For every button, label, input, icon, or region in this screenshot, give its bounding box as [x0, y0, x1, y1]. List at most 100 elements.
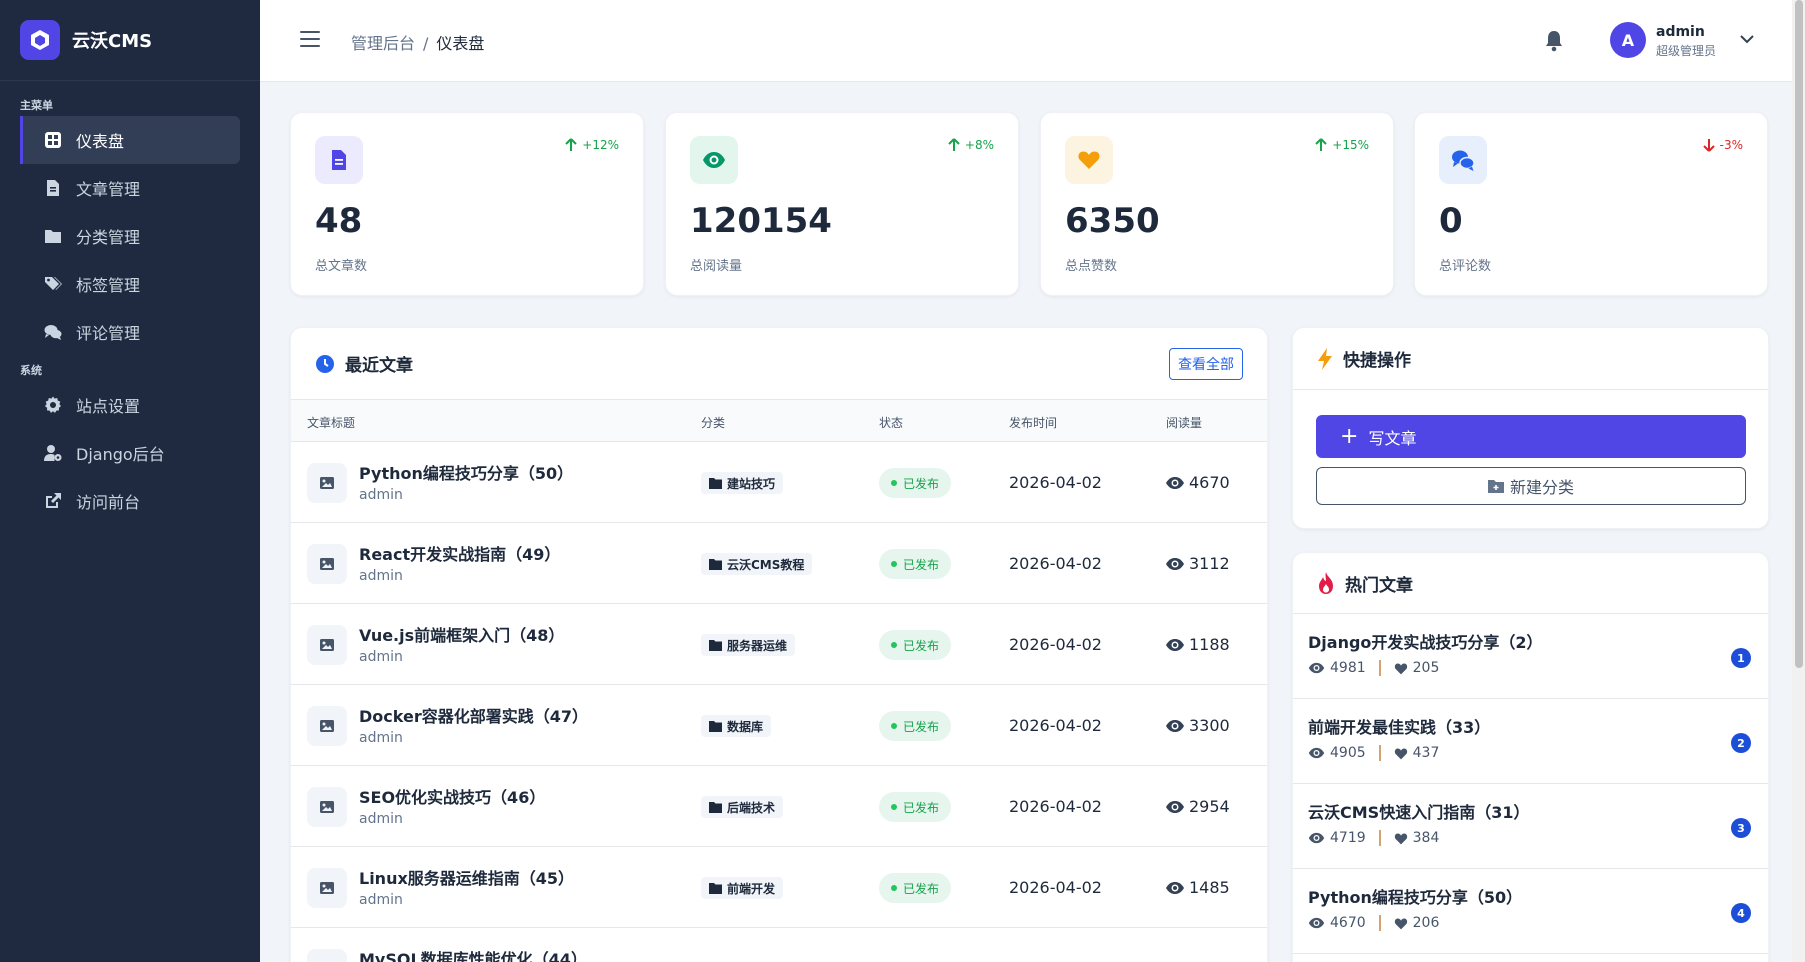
tags-icon: [45, 277, 62, 290]
table-row[interactable]: Python编程技巧分享（50） admin 建站技巧 已发布 2026-04-02 46…: [291, 442, 1267, 523]
table-row[interactable]: SEO优化实战技巧（46） admin 后端技术 已发布 2026-04-02 2954: [291, 766, 1267, 847]
publish-date: 2026-04-02: [1009, 797, 1102, 816]
stat-value: 48: [315, 201, 363, 241]
eye-icon: [1166, 638, 1184, 651]
column-header[interactable]: 文章标题: [307, 414, 355, 431]
eye-icon: [1308, 832, 1325, 844]
user-role: 超级管理员: [1656, 44, 1717, 58]
stat-value: 0: [1439, 201, 1463, 241]
menu-toggle-icon[interactable]: [300, 31, 320, 49]
meta-divider: [1378, 660, 1381, 676]
hot-article-meta: 4670 206: [1308, 915, 1439, 931]
meta-divider: [1378, 915, 1381, 931]
status-dot: [891, 642, 897, 648]
status-label: 已发布: [903, 476, 940, 491]
article-title[interactable]: Python编程技巧分享（50）: [359, 460, 573, 484]
view-count: 1188: [1166, 635, 1230, 654]
table-row[interactable]: Vue.js前端框架入门（48） admin 服务器运维 已发布 2026-04-02 1…: [291, 604, 1267, 685]
button-label: 写文章: [1368, 428, 1417, 448]
view-count-value: 3112: [1189, 554, 1230, 573]
hot-article-title[interactable]: Django开发实战技巧分享（2）: [1308, 629, 1543, 653]
article-title[interactable]: Vue.js前端框架入门（48）: [359, 622, 564, 646]
stat-card-comments: -3% 0 总评论数: [1414, 112, 1768, 296]
sidebar-item-dashboard[interactable]: 仪表盘: [20, 116, 240, 164]
stat-card-views: +8% 120154 总阅读量: [665, 112, 1019, 296]
sidebar-item-comments[interactable]: 评论管理: [20, 308, 240, 356]
comments-icon: [44, 325, 62, 340]
category-badge: 前端开发: [701, 877, 784, 899]
stat-trend: -3%: [1702, 138, 1743, 152]
folder-icon: [709, 639, 722, 651]
category-badge: 建站技巧: [701, 472, 784, 494]
breadcrumb-separator: /: [423, 34, 429, 53]
hot-article-title[interactable]: 前端开发最佳实践（33）: [1308, 714, 1490, 738]
sidebar-item-site-settings[interactable]: 站点设置: [20, 381, 240, 429]
avatar[interactable]: A: [1610, 22, 1646, 58]
write-article-button[interactable]: + 写文章: [1316, 415, 1746, 458]
brand[interactable]: 云沃CMS: [0, 0, 260, 81]
sidebar-item-label: Django后台: [76, 445, 165, 464]
status-badge: 已发布: [879, 630, 952, 660]
scrollbar-thumb[interactable]: [1795, 0, 1803, 668]
view-count-value: 2954: [1189, 797, 1230, 816]
comments-icon: [1439, 136, 1487, 184]
view-count: 3112: [1166, 554, 1230, 573]
article-title[interactable]: Linux服务器运维指南（45）: [359, 865, 574, 889]
status-badge: 已发布: [879, 468, 952, 498]
article-title[interactable]: Docker容器化部署实践（47）: [359, 703, 588, 727]
sidebar-item-django-admin[interactable]: Django后台: [20, 429, 240, 477]
heart-icon: [1394, 833, 1407, 844]
arrow-down-icon: [1702, 139, 1715, 152]
sidebar-item-articles[interactable]: 文章管理: [20, 164, 240, 212]
heart-icon: [1394, 663, 1407, 674]
column-header[interactable]: 发布时间: [1009, 414, 1057, 431]
article-title[interactable]: React开发实战指南（49）: [359, 541, 560, 565]
hot-article-title[interactable]: 云沃CMS快速入门指南（31）: [1308, 799, 1529, 823]
table-header: 文章标题 分类 状态 发布时间 阅读量: [291, 400, 1267, 442]
stat-label: 总文章数: [315, 259, 368, 274]
image-placeholder-icon: [307, 544, 347, 584]
column-header[interactable]: 阅读量: [1166, 414, 1202, 431]
sidebar-item-visit-frontend[interactable]: 访问前台: [20, 477, 240, 525]
new-category-button[interactable]: 新建分类: [1316, 467, 1746, 505]
user-name[interactable]: admin: [1656, 24, 1705, 40]
eye-icon: [1166, 557, 1184, 570]
status-dot: [891, 723, 897, 729]
arrow-up-icon: [565, 138, 577, 151]
eye-icon: [1166, 476, 1184, 489]
hot-article-item[interactable]: 云沃CMS快速入门指南（31） 4719 384 3: [1293, 784, 1768, 869]
column-header[interactable]: 分类: [701, 414, 725, 431]
sidebar-item-categories[interactable]: 分类管理: [20, 212, 240, 260]
category-badge: 服务器运维: [701, 634, 796, 656]
column-header[interactable]: 状态: [879, 414, 903, 431]
breadcrumb-root[interactable]: 管理后台: [351, 34, 415, 53]
category-label: 后端技术: [727, 800, 776, 815]
category-badge: 后端技术: [701, 796, 784, 818]
hot-article-item[interactable]: Python编程技巧分享（50） 4670 206 4: [1293, 869, 1768, 954]
table-row[interactable]: React开发实战指南（49） admin 云沃CMS教程 已发布 2026-04-02…: [291, 523, 1267, 604]
chevron-down-icon[interactable]: [1740, 34, 1754, 44]
hot-article-item[interactable]: Django开发实战技巧分享（2） 4981 205 1: [1293, 614, 1768, 699]
category-label: 服务器运维: [727, 638, 788, 653]
eye-icon: [1166, 800, 1184, 813]
sidebar-item-tags[interactable]: 标签管理: [20, 260, 240, 308]
hot-likes: 206: [1412, 915, 1440, 931]
article-title[interactable]: MySQL数据库性能优化（44）: [359, 946, 587, 962]
rank-badge: 2: [1731, 733, 1751, 753]
table-row[interactable]: Linux服务器运维指南（45） admin 前端开发 已发布 2026-04-02 14…: [291, 847, 1267, 928]
hot-article-item[interactable]: 前端开发最佳实践（33） 4905 437 2: [1293, 699, 1768, 784]
eye-icon: [1308, 917, 1325, 929]
status-dot: [891, 480, 897, 486]
bell-icon[interactable]: [1544, 30, 1564, 52]
stat-trend-value: +8%: [964, 138, 994, 152]
table-row[interactable]: MySQL数据库性能优化（44）: [291, 928, 1267, 962]
hot-article-title[interactable]: Python编程技巧分享（50）: [1308, 884, 1522, 908]
category-label: 云沃CMS教程: [727, 557, 805, 572]
heart-icon: [1394, 748, 1407, 759]
article-title[interactable]: SEO优化实战技巧（46）: [359, 784, 545, 808]
eye-icon: [690, 136, 738, 184]
stat-value: 120154: [690, 201, 832, 241]
view-all-button[interactable]: 查看全部: [1169, 348, 1243, 380]
status-label: 已发布: [903, 881, 940, 896]
table-row[interactable]: Docker容器化部署实践（47） admin 数据库 已发布 2026-04-02 33…: [291, 685, 1267, 766]
